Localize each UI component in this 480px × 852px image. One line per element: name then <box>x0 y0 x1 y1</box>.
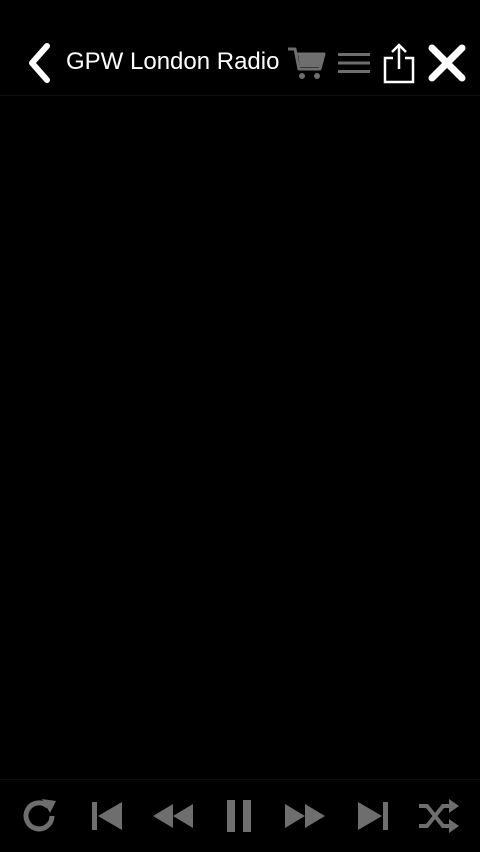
skip-previous-icon <box>92 802 122 830</box>
pause-button[interactable] <box>214 790 264 842</box>
rewind-button[interactable] <box>148 790 198 842</box>
close-icon <box>428 44 466 82</box>
page-title: GPW London Radio <box>66 48 280 75</box>
fast-forward-icon <box>285 804 325 828</box>
chevron-left-icon <box>29 43 50 83</box>
rewind-icon <box>153 804 193 828</box>
content-area <box>0 96 480 779</box>
skip-previous-button[interactable] <box>82 790 132 842</box>
cart-icon <box>288 47 326 79</box>
fast-forward-button[interactable] <box>280 790 330 842</box>
skip-next-button[interactable] <box>348 790 398 842</box>
pause-icon <box>227 800 251 832</box>
app-screen: GPW London Radio <box>0 0 480 852</box>
close-button[interactable] <box>424 40 470 86</box>
menu-button[interactable] <box>334 40 374 86</box>
repeat-icon <box>23 799 56 832</box>
share-icon <box>383 43 415 84</box>
shuffle-icon <box>419 799 459 833</box>
cart-button[interactable] <box>284 40 328 86</box>
player-controls-bar <box>0 779 480 852</box>
skip-next-icon <box>358 802 388 830</box>
repeat-button[interactable] <box>14 790 64 842</box>
hamburger-menu-icon <box>338 53 370 73</box>
shuffle-button[interactable] <box>414 790 464 842</box>
top-navigation-bar: GPW London Radio <box>0 0 480 96</box>
back-button[interactable] <box>22 40 58 86</box>
share-button[interactable] <box>378 40 420 86</box>
